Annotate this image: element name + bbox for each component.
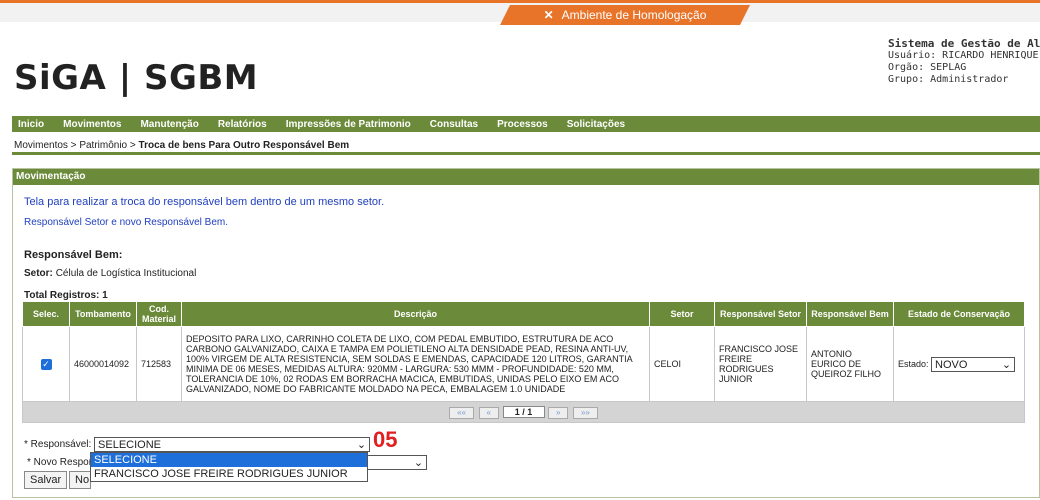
setor-line: Setor: Célula de Logística Institucional [24, 268, 196, 279]
setor-label: Setor: [24, 268, 53, 279]
col-selec: Selec. [22, 301, 70, 327]
save-button[interactable]: Salvar [24, 471, 67, 489]
environment-label: Ambiente de Homologação [561, 8, 707, 22]
breadcrumb-current: Troca de bens Para Outro Responsável Bem [138, 140, 350, 151]
table-row: ✓ 46000014092 712583 DEPOSITO PARA LIXO,… [22, 326, 1025, 402]
user-info: Usuário: RICARDO HENRIQUE [888, 50, 1039, 61]
menu-item-manutencao[interactable]: Manutenção [140, 119, 198, 130]
dropdown-option-selecione[interactable]: SELECIONE [91, 453, 367, 467]
app-logo: SiGA | SGBM [14, 58, 259, 98]
responsavel-dropdown-list: SELECIONE FRANCISCO JOSE FREIRE RODRIGUE… [90, 452, 368, 482]
breadcrumb: Movimentos > Patrimônio > Troca de bens … [12, 137, 1040, 155]
estado-value: NOVO [935, 358, 968, 371]
pager-last-button[interactable]: »» [572, 406, 598, 419]
row-setor: CELOI [649, 326, 715, 402]
breadcrumb-movimentos[interactable]: Movimentos [14, 140, 68, 151]
pager-cell: «« « 1 / 1 » »» [22, 401, 1025, 423]
org-info: Orgão: SEPLAG [888, 62, 967, 73]
col-estado: Estado de Conservação [893, 301, 1025, 327]
responsavel-row: * Responsável: SELECIONE ⌄ [24, 437, 371, 452]
row-descricao: DEPOSITO PARA LIXO, CARRINHO COLETA DE L… [181, 326, 650, 402]
chevron-down-icon: ⌄ [356, 439, 367, 451]
group-info: Grupo: Administrador [888, 74, 1009, 85]
bens-table: Selec. Tombamento Cod. Material Descriçã… [22, 301, 1025, 423]
responsavel-label: * Responsável: [24, 439, 92, 451]
top-bar: ✕ Ambiente de Homologação [0, 0, 1040, 25]
responsavel-value: SELECIONE [98, 439, 162, 451]
estado-label: Estado: [898, 358, 929, 369]
main-menu: Inicio Movimentos Manutenção Relatórios … [12, 116, 1040, 132]
row-tombamento: 46000014092 [69, 326, 137, 402]
col-descricao: Descrição [181, 301, 650, 327]
responsavel-select[interactable]: SELECIONE ⌄ [94, 437, 371, 452]
col-resp-setor: Responsável Setor [714, 301, 807, 327]
menu-item-movimentos[interactable]: Movimentos [63, 119, 121, 130]
menu-item-processos[interactable]: Processos [497, 119, 548, 130]
col-cod-material: Cod. Material [136, 301, 182, 327]
menu-item-inicio[interactable]: Inicio [18, 119, 44, 130]
intro-text: Tela para realizar a troca do responsáve… [24, 196, 385, 208]
novo-responsavel-label: * Novo Respon [27, 457, 95, 469]
total-registros: Total Registros: 1 [24, 290, 108, 301]
responsavel-bem-label: Responsável Bem: [24, 249, 123, 261]
row-resp-bem: ANTONIO EURICO DE QUEIROZ FILHO [806, 326, 894, 402]
system-title: Sistema de Gestão de Almo [888, 37, 1040, 50]
estado-select[interactable]: NOVO ⌄ [931, 356, 1016, 372]
row-estado: Estado: NOVO ⌄ [893, 326, 1025, 402]
dropdown-option-francisco[interactable]: FRANCISCO JOSE FREIRE RODRIGUES JUNIOR [91, 467, 367, 481]
environment-tab: ✕ Ambiente de Homologação [500, 5, 750, 25]
row-resp-setor: FRANCISCO JOSE FREIRE RODRIGUES JUNIOR [714, 326, 807, 402]
menu-item-solicitacoes[interactable]: Solicitações [567, 119, 625, 130]
table-header-row: Selec. Tombamento Cod. Material Descriçã… [22, 301, 1025, 327]
row-select-cell: ✓ [22, 326, 70, 402]
row-checkbox[interactable]: ✓ [40, 358, 52, 370]
pager-prev-button[interactable]: « [478, 406, 499, 419]
col-tombamento: Tombamento [69, 301, 137, 327]
tools-icon: ✕ [543, 8, 554, 22]
new-button[interactable]: No [69, 471, 91, 489]
col-resp-bem: Responsável Bem [806, 301, 894, 327]
col-setor: Setor [649, 301, 715, 327]
menu-item-relatorios[interactable]: Relatórios [218, 119, 267, 130]
chevron-down-icon: ⌄ [413, 457, 424, 469]
step-annotation: 05 [373, 427, 398, 452]
novo-responsavel-select[interactable]: ⌄ [365, 455, 428, 470]
pager-page: 1 / 1 [502, 405, 545, 418]
subtitle-text: Responsável Setor e novo Responsável Bem… [24, 217, 229, 228]
chevron-down-icon: ⌄ [1001, 358, 1012, 371]
system-info: Sistema de Gestão de Almo Usuário: RICAR… [888, 38, 1040, 86]
menu-item-impressoes[interactable]: Impressões de Patrimonio [286, 119, 411, 130]
pager-row: «« « 1 / 1 » »» [22, 401, 1025, 423]
setor-value: Célula de Logística Institucional [55, 268, 197, 279]
movimentacao-panel: Movimentação Tela para realizar a troca … [12, 168, 1040, 498]
row-cod: 712583 [136, 326, 182, 402]
panel-title: Movimentação [13, 169, 1039, 185]
menu-item-consultas[interactable]: Consultas [430, 119, 478, 130]
pager-next-button[interactable]: » [548, 406, 569, 419]
breadcrumb-patrimonio[interactable]: Patrimônio [79, 140, 127, 151]
pager-first-button[interactable]: «« [449, 406, 475, 419]
